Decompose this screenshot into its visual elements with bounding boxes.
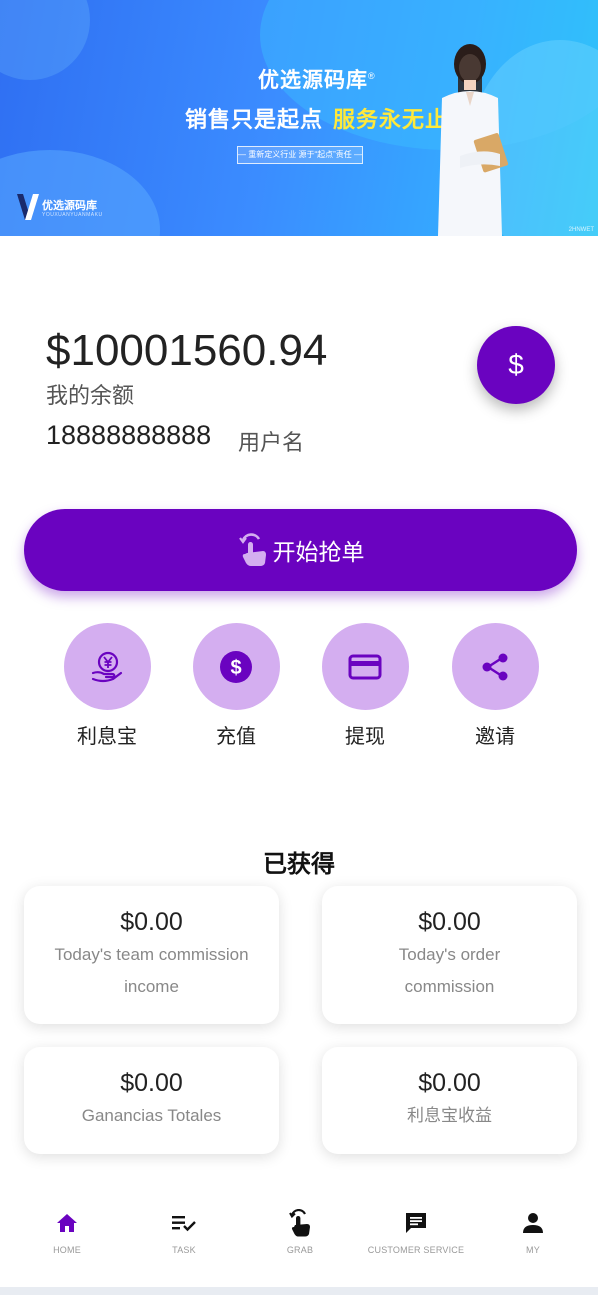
person-icon — [523, 1213, 543, 1233]
nav-grab[interactable]: GRAB — [242, 1209, 358, 1255]
action-invite[interactable]: 邀请 — [445, 623, 545, 749]
card-interest-earnings: $0.00 利息宝收益 — [322, 1047, 577, 1154]
username-label: 用户名 — [238, 430, 305, 455]
svg-text:$: $ — [230, 657, 241, 679]
credit-card-icon — [348, 654, 382, 679]
card-label: Ganancias Totales — [81, 1106, 222, 1125]
card-value: $0.00 — [418, 908, 481, 936]
banner-watermark: 2HNWET — [568, 227, 594, 233]
action-interest[interactable]: 利息宝 — [57, 623, 157, 749]
card-label: Today's team commission income — [54, 945, 249, 996]
start-grab-button[interactable]: 开始抢单 — [24, 509, 577, 591]
banner-model-image — [438, 44, 509, 236]
yuan-hand-icon — [91, 651, 123, 682]
action-recharge-label: 充值 — [216, 726, 256, 748]
nav-customer-service[interactable]: CUSTOMER SERVICE — [358, 1211, 474, 1255]
card-value: $0.00 — [418, 1069, 481, 1097]
banner-logo-text: 优选源码库 — [42, 200, 97, 212]
nav-my[interactable]: MY — [475, 1211, 591, 1255]
nav-home-label: HOME — [53, 1245, 81, 1255]
action-recharge[interactable]: $ 充值 — [186, 623, 286, 749]
action-withdraw-label: 提现 — [345, 726, 385, 748]
share-icon — [482, 653, 508, 680]
nav-my-label: MY — [526, 1245, 540, 1255]
card-value: $0.00 — [120, 1069, 183, 1097]
promo-banner[interactable]: 优选源码库® 销售只是起点 服务永无止境 — 重新定义行业 源于“起点”责任 — … — [0, 0, 598, 236]
start-grab-label: 开始抢单 — [272, 539, 365, 565]
brand-logo-icon — [17, 194, 39, 220]
action-invite-label: 邀请 — [475, 726, 515, 748]
dollar-icon: $ — [508, 349, 524, 380]
card-value: $0.00 — [120, 908, 183, 936]
earnings-title: 已获得 — [263, 851, 335, 878]
balance-amount: $10001560.94 — [46, 326, 328, 375]
nav-home[interactable]: HOME — [9, 1211, 125, 1255]
action-interest-label: 利息宝 — [77, 726, 137, 748]
account-phone: 18888888888 — [46, 420, 212, 450]
card-label: Today's order commission — [398, 945, 501, 996]
nav-task[interactable]: TASK — [126, 1211, 242, 1255]
dollar-circle-icon: $ — [220, 650, 252, 683]
nav-customer-service-label: CUSTOMER SERVICE — [367, 1245, 465, 1255]
banner-subline: — 重新定义行业 源于“起点”责任 — — [237, 146, 363, 164]
card-order-commission: $0.00 Today's order commission — [322, 886, 577, 1024]
balance-dollar-button[interactable]: $ — [477, 326, 555, 404]
banner-logo-subtext: YOUXUANYUANMAKU — [42, 212, 103, 218]
card-team-commission: $0.00 Today's team commission income — [24, 886, 279, 1024]
action-withdraw[interactable]: 提现 — [315, 623, 415, 749]
card-label: 利息宝收益 — [407, 1106, 492, 1125]
bottom-navigation: HOME TASK GRAB CUSTOMER SERVICE MY — [0, 1195, 598, 1287]
task-list-icon — [172, 1216, 196, 1232]
system-bottom-bar — [0, 1287, 598, 1295]
banner-brand-title: 优选源码库® — [258, 69, 376, 92]
grab-hand-icon — [289, 1209, 310, 1237]
balance-label: 我的余额 — [46, 383, 135, 408]
nav-grab-label: GRAB — [286, 1245, 314, 1255]
nav-task-label: TASK — [172, 1245, 196, 1255]
card-total-earnings: $0.00 Ganancias Totales — [24, 1047, 279, 1154]
chat-icon — [406, 1213, 426, 1233]
home-icon — [57, 1214, 77, 1232]
hand-tap-icon — [238, 533, 266, 566]
